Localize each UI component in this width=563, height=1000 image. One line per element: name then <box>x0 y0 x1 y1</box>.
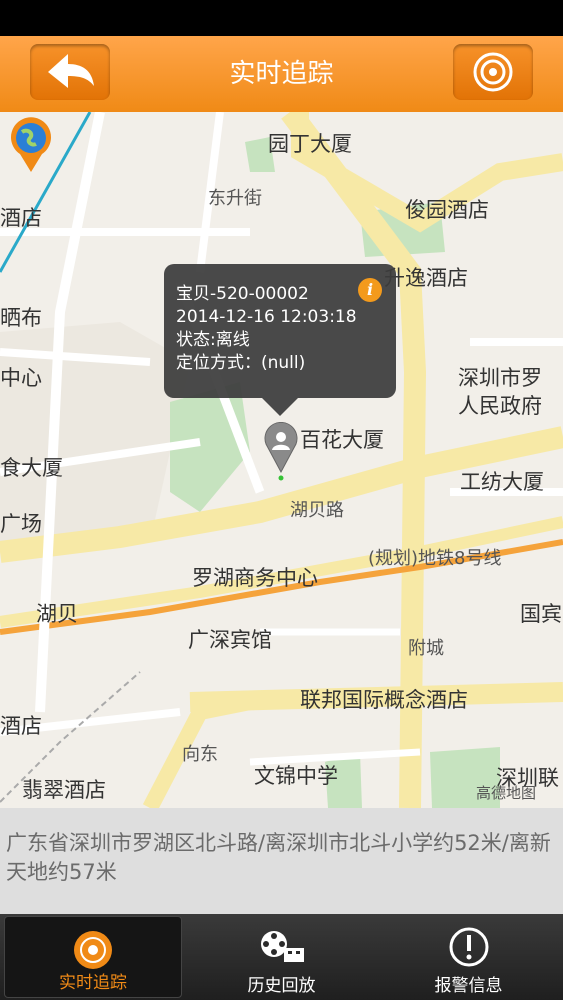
status-bar <box>0 0 563 36</box>
map-label-yuanding: 园丁大厦 <box>268 132 352 156</box>
map-label-zhongxin: 中心 <box>0 366 42 390</box>
device-status: 状态:离线 <box>176 330 250 350</box>
tab-label: 实时追踪 <box>59 973 127 993</box>
tab-alarm-info[interactable]: 报警信息 <box>375 914 562 1000</box>
address-text: 广东省深圳市罗湖区北斗路/离深圳市北斗小学约52米/离新天地约57米 <box>0 808 563 914</box>
info-icon[interactable]: i <box>358 278 382 302</box>
tab-realtime-tracking[interactable]: 实时追踪 <box>4 916 182 998</box>
map-label-lianbang: 联邦国际概念酒店 <box>300 688 468 712</box>
map-label-hotel: 酒店 <box>0 206 42 230</box>
map-attribution: 高德地图 <box>476 784 537 802</box>
film-reel-icon <box>260 931 304 962</box>
map-label-guoyin: 国宾 <box>520 602 562 626</box>
alert-icon <box>449 927 488 967</box>
device-info-popup[interactable]: 宝贝-520-00002 2014-12-16 12:03:18 状态:离线 定… <box>164 264 396 416</box>
back-arrow-icon <box>48 54 94 88</box>
map-label-dongsheng: 东升街 <box>208 188 262 209</box>
map-label-shidasha: 食大厦 <box>0 456 63 480</box>
popup-tail <box>262 398 298 416</box>
map-view[interactable]: 园丁大厦 俊园酒店 升逸酒店 深圳市罗 人民政府 酒店 晒布 中心 食大厦 广场… <box>0 112 563 808</box>
map-label-gongfang: 工纺大厦 <box>460 470 544 494</box>
map-label-metro8: (规划)地铁8号线 <box>368 548 502 569</box>
map-label-guangchang: 广场 <box>0 512 42 536</box>
target-icon <box>473 52 513 92</box>
map-label-baihua: 百花大厦 <box>300 428 384 452</box>
map-label-hubei-road: 湖贝路 <box>290 500 344 521</box>
tab-label: 历史回放 <box>247 976 316 996</box>
map-label-junyuan: 俊园酒店 <box>405 198 489 222</box>
tab-label: 报警信息 <box>434 976 503 996</box>
map-label-hotel-2: 酒店 <box>0 714 42 738</box>
tab-history-playback[interactable]: 历史回放 <box>188 914 375 1000</box>
tab-bar: 实时追踪 历史回放 报警信息 <box>0 914 563 1000</box>
realtime-tracking-icon <box>74 931 112 969</box>
map-label-hubei: 湖贝 <box>36 602 78 626</box>
map-label-guangshen: 广深宾馆 <box>188 628 272 652</box>
map-label-wenjin-middle: 文锦中学 <box>254 764 338 788</box>
map-label-qiaobu: 晒布 <box>0 306 42 330</box>
map-label-shengyi: 升逸酒店 <box>384 266 468 290</box>
map-label-fucheng: 附城 <box>408 638 444 659</box>
device-timestamp: 2014-12-16 12:03:18 <box>176 307 357 327</box>
map-label-gov-1: 深圳市罗 <box>458 366 542 390</box>
locate-button[interactable] <box>453 44 533 100</box>
map-label-xiangdong: 向东 <box>182 744 218 765</box>
device-marker-icon[interactable] <box>264 422 298 482</box>
location-method: 定位方式：(null) <box>176 353 306 373</box>
map-label-gov-2: 人民政府 <box>458 394 542 418</box>
map-label-feicui: 翡翠酒店 <box>22 778 106 802</box>
back-button[interactable] <box>30 44 110 100</box>
nav-bar: 实时追踪 <box>0 36 563 112</box>
globe-icon[interactable] <box>8 116 54 174</box>
map-label-luohu-center: 罗湖商务中心 <box>192 566 318 590</box>
